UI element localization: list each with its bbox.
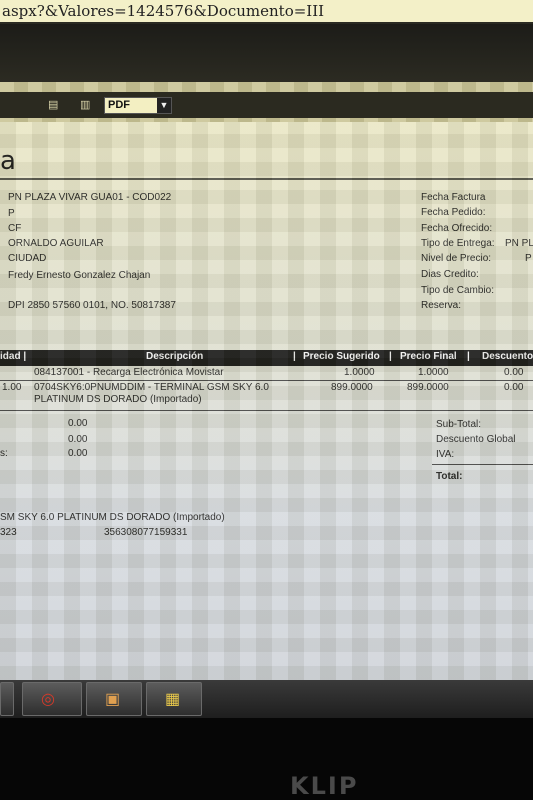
monitor-brand-logo: KLIP — [290, 772, 359, 800]
left-total-3: 0.00 — [68, 448, 88, 459]
print-icon[interactable]: ▤ — [48, 98, 58, 111]
address-text[interactable]: aspx?&Valores=1424576&Documento=III — [2, 2, 324, 20]
row-description: 084137001 - Recarga Electrónica Movistar — [34, 367, 224, 378]
row-descuento: 0.00 — [504, 367, 524, 378]
export-format-select[interactable]: PDF ▼ — [104, 97, 172, 114]
serial-code: 323 — [0, 527, 17, 538]
label-fecha-factura: Fecha Factura — [421, 192, 486, 203]
customer-line3: CF — [8, 223, 22, 234]
row-precio-sugerido: 899.0000 — [331, 382, 373, 393]
label-subtotal: Sub-Total: — [436, 419, 482, 430]
serial-imei: 356308077159331 — [104, 527, 188, 538]
chevron-down-icon[interactable]: ▼ — [157, 98, 171, 113]
header-sep: | — [293, 351, 296, 362]
address-bar[interactable]: aspx?&Valores=1424576&Documento=III — [0, 0, 533, 24]
label-fecha-ofrecido: Fecha Ofrecido: — [421, 223, 493, 234]
serial-product: SM SKY 6.0 PLATINUM DS DORADO (Importado… — [0, 512, 225, 523]
monitor-bezel — [0, 718, 533, 800]
divider — [0, 178, 533, 180]
header-precio-sugerido: Precio Sugerido — [303, 351, 380, 362]
label-tipo-cambio: Tipo de Cambio: — [421, 285, 494, 296]
customer-name: PN PLAZA VIVAR GUA01 - COD022 — [8, 192, 172, 203]
row-precio-final: 1.0000 — [418, 367, 449, 378]
format-selected: PDF — [108, 99, 130, 111]
label-descuento-global: Descuento Global — [436, 434, 516, 445]
chrome-icon: ◎ — [41, 691, 55, 708]
taskbar-button-calendar[interactable]: ▦ — [146, 682, 202, 716]
label-reserva: Reserva: — [421, 300, 462, 311]
browser-chrome — [0, 24, 533, 82]
left-total-3-label: s: — [0, 448, 8, 459]
header-sep: | — [389, 351, 392, 362]
customer-line2: P — [8, 208, 15, 219]
header-sep: | — [467, 351, 470, 362]
calendar-icon: ▦ — [165, 691, 181, 708]
header-precio-final: Precio Final — [400, 351, 457, 362]
value-nivel-precio: P — [525, 253, 532, 264]
header-cantidad: idad | — [0, 351, 27, 362]
seller-name: Fredy Ernesto Gonzalez Chajan — [8, 270, 151, 281]
label-fecha-pedido: Fecha Pedido: — [421, 207, 486, 218]
document-title: a — [0, 146, 16, 176]
taskbar-button-chrome[interactable]: ◎ — [22, 682, 82, 716]
row-precio-sugerido: 1.0000 — [344, 367, 375, 378]
header-descuento: Descuento — [482, 351, 533, 362]
left-total-2: 0.00 — [68, 434, 88, 445]
totals-divider — [432, 464, 533, 465]
row-descuento: 0.00 — [504, 382, 524, 393]
export-icon[interactable]: ▥ — [80, 98, 90, 111]
row-precio-final: 899.0000 — [407, 382, 449, 393]
taskbar-button[interactable] — [0, 682, 14, 716]
customer-city: CIUDAD — [8, 253, 47, 264]
row-quantity: 1.00 — [2, 382, 22, 393]
media-icon: ▣ — [105, 691, 121, 708]
customer-contact: ORNALDO AGUILAR — [8, 238, 104, 249]
row-description: 0704SKY6:0PNUMDDIM - TERMINAL GSM SKY 6.… — [34, 382, 269, 393]
label-tipo-entrega: Tipo de Entrega: — [421, 238, 495, 249]
label-dias-credito: Dias Credito: — [421, 269, 479, 280]
header-descripcion: Descripción — [146, 351, 204, 362]
label-nivel-precio: Nivel de Precio: — [421, 253, 492, 264]
customer-dpi: DPI 2850 57560 0101, NO. 50817387 — [8, 300, 176, 311]
row-description-line2: PLATINUM DS DORADO (Importado) — [34, 394, 202, 405]
value-tipo-entrega: PN PL — [505, 238, 533, 249]
table-bottom-divider — [0, 410, 533, 411]
label-total: Total: — [436, 471, 463, 482]
taskbar-button-media[interactable]: ▣ — [86, 682, 142, 716]
row-divider — [0, 380, 533, 381]
left-total-1: 0.00 — [68, 418, 88, 429]
label-iva: IVA: — [436, 449, 455, 460]
